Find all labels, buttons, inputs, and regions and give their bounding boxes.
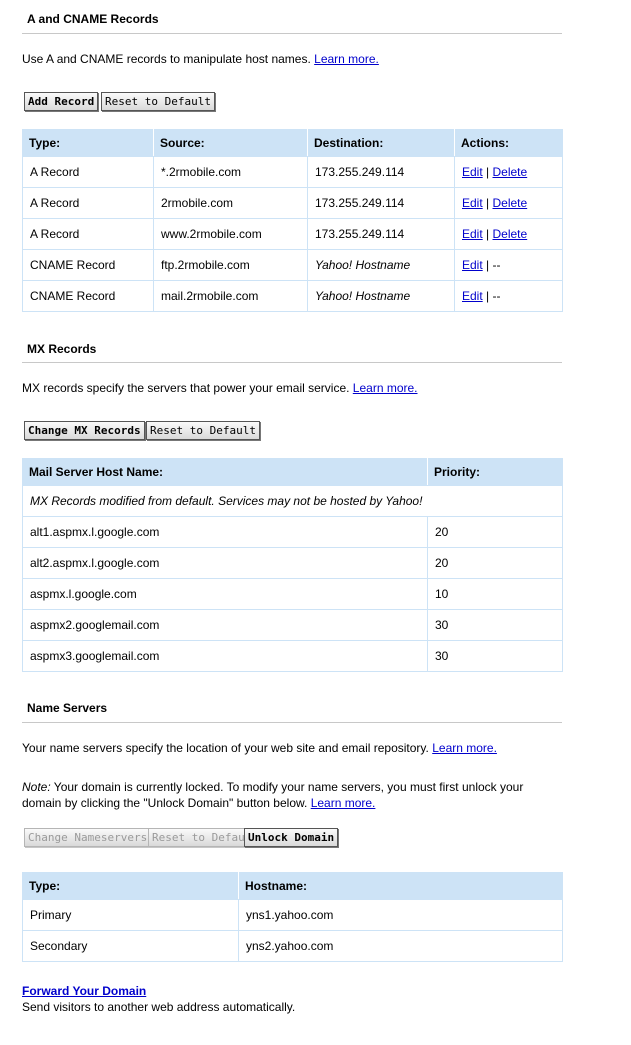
- a-records-learn-more-link[interactable]: Learn more.: [314, 52, 379, 66]
- section-divider: [22, 33, 562, 34]
- mx-priority: 20: [427, 547, 563, 579]
- record-type: CNAME Record: [22, 280, 154, 312]
- delete-link[interactable]: Delete: [493, 165, 528, 179]
- record-destination: Yahoo! Hostname: [307, 280, 455, 312]
- mx-priority: 10: [427, 578, 563, 610]
- record-type: CNAME Record: [22, 249, 154, 281]
- mx-priority: 30: [427, 609, 563, 641]
- a-records-table: Type: Source: Destination: Actions: A Re…: [22, 129, 563, 312]
- record-type: A Record: [22, 187, 154, 219]
- table-row: A Record *.2rmobile.com 173.255.249.114 …: [22, 156, 563, 188]
- record-actions: Edit | Delete: [454, 218, 563, 250]
- section-divider: [22, 722, 562, 723]
- ns-type: Secondary: [22, 930, 239, 962]
- ns-hostname: yns1.yahoo.com: [238, 899, 563, 931]
- edit-link[interactable]: Edit: [462, 196, 483, 210]
- mx-host: aspmx.l.google.com: [22, 578, 428, 610]
- record-source: ftp.2rmobile.com: [153, 249, 308, 281]
- record-actions: Edit | --: [454, 249, 563, 281]
- mx-host: alt1.aspmx.l.google.com: [22, 516, 428, 548]
- column-header: Type:: [22, 872, 239, 900]
- ns-hostname: yns2.yahoo.com: [238, 930, 563, 962]
- change-nameservers-button[interactable]: Change Nameservers: [24, 828, 152, 847]
- a-records-description: Use A and CNAME records to manipulate ho…: [22, 52, 379, 66]
- mx-learn-more-link[interactable]: Learn more.: [353, 381, 418, 395]
- edit-link[interactable]: Edit: [462, 227, 483, 241]
- section-divider: [22, 362, 562, 363]
- table-row: aspmx.l.google.com 10: [22, 578, 563, 610]
- table-row: CNAME Record ftp.2rmobile.com Yahoo! Hos…: [22, 249, 563, 281]
- edit-link[interactable]: Edit: [462, 165, 483, 179]
- reset-a-records-button[interactable]: Reset to Default: [101, 92, 215, 111]
- record-actions: Edit | Delete: [454, 156, 563, 188]
- name-servers-description: Your name servers specify the location o…: [22, 741, 497, 755]
- edit-link[interactable]: Edit: [462, 258, 483, 272]
- column-header: Mail Server Host Name:: [22, 458, 428, 486]
- reset-mx-records-button[interactable]: Reset to Default: [146, 421, 260, 440]
- table-row: CNAME Record mail.2rmobile.com Yahoo! Ho…: [22, 280, 563, 312]
- mx-records-title: MX Records: [27, 342, 97, 356]
- table-row: A Record www.2rmobile.com 173.255.249.11…: [22, 218, 563, 250]
- table-row: alt2.aspmx.l.google.com 20: [22, 547, 563, 579]
- mx-note: MX Records modified from default. Servic…: [22, 485, 563, 517]
- forward-domain-link[interactable]: Forward Your Domain: [22, 984, 146, 998]
- column-header: Destination:: [307, 129, 455, 157]
- ns-note-learn-more-link[interactable]: Learn more.: [311, 796, 376, 810]
- table-row: aspmx2.googlemail.com 30: [22, 609, 563, 641]
- record-source: mail.2rmobile.com: [153, 280, 308, 312]
- record-actions: Edit | Delete: [454, 187, 563, 219]
- delete-link[interactable]: Delete: [493, 196, 528, 210]
- table-header-row: Type: Hostname:: [22, 872, 563, 900]
- forward-domain-description: Send visitors to another web address aut…: [22, 1000, 296, 1014]
- ns-type: Primary: [22, 899, 239, 931]
- record-destination: 173.255.249.114: [307, 218, 455, 250]
- table-row: aspmx3.googlemail.com 30: [22, 640, 563, 672]
- record-destination: Yahoo! Hostname: [307, 249, 455, 281]
- change-mx-records-button[interactable]: Change MX Records: [24, 421, 145, 440]
- mx-records-description: MX records specify the servers that powe…: [22, 381, 418, 395]
- table-row: Primary yns1.yahoo.com: [22, 899, 563, 931]
- record-source: 2rmobile.com: [153, 187, 308, 219]
- add-record-button[interactable]: Add Record: [24, 92, 99, 111]
- mx-priority: 20: [427, 516, 563, 548]
- a-records-title: A and CNAME Records: [27, 12, 159, 26]
- mx-records-table: Mail Server Host Name: Priority: MX Reco…: [22, 458, 563, 672]
- column-header: Priority:: [427, 458, 563, 486]
- mx-priority: 30: [427, 640, 563, 672]
- column-header: Source:: [153, 129, 308, 157]
- delete-link[interactable]: Delete: [493, 227, 528, 241]
- record-source: www.2rmobile.com: [153, 218, 308, 250]
- unlock-domain-button[interactable]: Unlock Domain: [244, 828, 339, 847]
- name-servers-table: Type: Hostname: Primary yns1.yahoo.com S…: [22, 872, 563, 962]
- mx-host: aspmx3.googlemail.com: [22, 640, 428, 672]
- mx-host: aspmx2.googlemail.com: [22, 609, 428, 641]
- ns-lock-note: Note: Your domain is currently locked. T…: [22, 780, 524, 810]
- record-destination: 173.255.249.114: [307, 187, 455, 219]
- column-header: Hostname:: [238, 872, 563, 900]
- ns-learn-more-link[interactable]: Learn more.: [432, 741, 497, 755]
- table-row: Secondary yns2.yahoo.com: [22, 930, 563, 962]
- table-row: A Record 2rmobile.com 173.255.249.114 Ed…: [22, 187, 563, 219]
- mx-note-row: MX Records modified from default. Servic…: [22, 485, 563, 517]
- record-source: *.2rmobile.com: [153, 156, 308, 188]
- mx-host: alt2.aspmx.l.google.com: [22, 547, 428, 579]
- column-header: Actions:: [454, 129, 563, 157]
- column-header: Type:: [22, 129, 154, 157]
- table-header-row: Mail Server Host Name: Priority:: [22, 458, 563, 486]
- record-destination: 173.255.249.114: [307, 156, 455, 188]
- table-row: alt1.aspmx.l.google.com 20: [22, 516, 563, 548]
- record-actions: Edit | --: [454, 280, 563, 312]
- name-servers-title: Name Servers: [27, 701, 108, 715]
- edit-link[interactable]: Edit: [462, 289, 483, 303]
- table-header-row: Type: Source: Destination: Actions:: [22, 129, 563, 157]
- record-type: A Record: [22, 156, 154, 188]
- record-type: A Record: [22, 218, 154, 250]
